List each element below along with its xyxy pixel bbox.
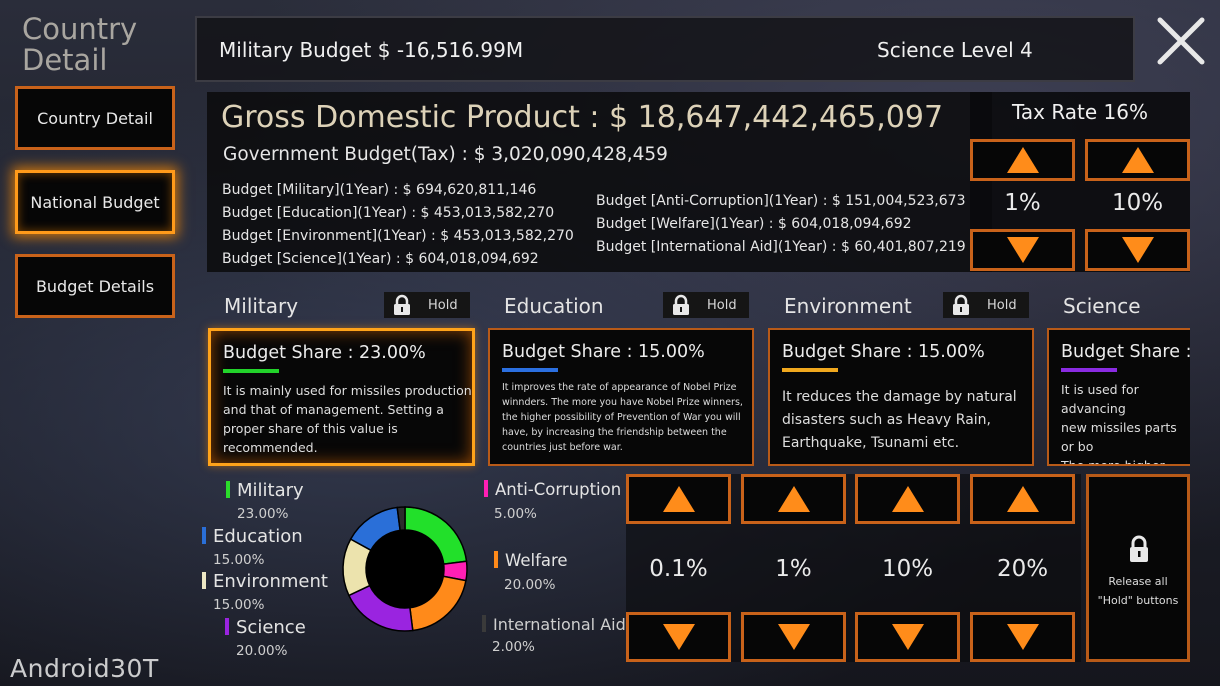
- category-color-bar: [1061, 368, 1117, 372]
- share-decrease-20-button[interactable]: [970, 612, 1075, 662]
- release-all-hold-button[interactable]: Release all "Hold" buttons: [1086, 474, 1190, 662]
- legend-welfare-pct: 20.00%: [504, 577, 556, 593]
- government-budget: Government Budget(Tax) : $ 3,020,090,428…: [223, 144, 668, 165]
- nav-budget-details-button[interactable]: Budget Details: [15, 254, 175, 318]
- budget-military-line: Budget [Military](1Year) : $ 694,620,811…: [222, 182, 537, 198]
- share-step-10-label: 10%: [881, 556, 934, 582]
- category-color-bar: [223, 369, 279, 373]
- share-decrease-10-button[interactable]: [855, 612, 960, 662]
- arrow-down-icon: [1121, 237, 1154, 263]
- budget-welfare-line: Budget [Welfare](1Year) : $ 604,018,094,…: [596, 216, 912, 232]
- share-decrease-0.1-button[interactable]: [626, 612, 731, 662]
- tax-decrease-1-button[interactable]: [970, 229, 1075, 271]
- hold-label: Hold: [987, 297, 1017, 313]
- hold-label: Hold: [707, 297, 737, 313]
- science-level-label: Science Level 4: [877, 38, 1033, 62]
- share-increase-0.1-button[interactable]: [626, 474, 731, 524]
- budget-share-science: Budget Share :: [1061, 342, 1190, 362]
- arrow-up-icon: [1006, 147, 1039, 173]
- arrow-down-icon: [1006, 624, 1039, 650]
- budget-share-education: Budget Share : 15.00%: [502, 342, 705, 362]
- page-title: Country Detail: [22, 12, 138, 77]
- nav-national-budget-button[interactable]: National Budget: [15, 170, 175, 234]
- category-description-science: It is used for advancing new missiles pa…: [1061, 382, 1177, 466]
- gdp-panel: Gross Domestic Product : $ 18,647,442,46…: [207, 92, 992, 272]
- legend-science: Science: [225, 617, 306, 638]
- category-title-science: Science: [1063, 294, 1141, 318]
- close-button[interactable]: [1152, 12, 1210, 70]
- lock-icon: [1130, 535, 1148, 562]
- share-step-0.1-label: 0.1%: [649, 556, 708, 582]
- arrow-up-icon: [1006, 486, 1039, 512]
- share-step-1-label: 1%: [775, 556, 812, 582]
- arrow-up-icon: [777, 486, 810, 512]
- share-increase-1-button[interactable]: [741, 474, 846, 524]
- hold-label: Hold: [428, 297, 458, 313]
- category-card-environment[interactable]: Budget Share : 15.00% It reduces the dam…: [768, 328, 1034, 466]
- legend-education-pct: 15.00%: [213, 552, 265, 568]
- tax-step-1-label: 1%: [1004, 190, 1041, 216]
- hold-environment-button[interactable]: Hold: [943, 292, 1029, 318]
- category-description-military: It is mainly used for missiles productio…: [223, 383, 472, 455]
- lock-icon: [394, 294, 410, 315]
- legend-education: Education: [202, 526, 303, 547]
- legend-military-pct: 23.00%: [237, 506, 289, 522]
- close-icon: [1157, 17, 1205, 65]
- budget-environment-line: Budget [Environment](1Year) : $ 453,013,…: [222, 228, 574, 244]
- budget-share-military: Budget Share : 23.00%: [223, 343, 426, 363]
- tax-increase-1-button[interactable]: [970, 139, 1075, 181]
- arrow-up-icon: [891, 486, 924, 512]
- arrow-down-icon: [777, 624, 810, 650]
- arrow-down-icon: [1006, 237, 1039, 263]
- tax-increase-10-button[interactable]: [1085, 139, 1190, 181]
- hold-military-button[interactable]: Hold: [384, 292, 470, 318]
- budget-share-environment: Budget Share : 15.00%: [782, 342, 985, 362]
- arrow-down-icon: [891, 624, 924, 650]
- hold-education-button[interactable]: Hold: [663, 292, 749, 318]
- category-description-education: It improves the rate of appearance of No…: [502, 382, 743, 453]
- category-title-education: Education: [504, 294, 604, 318]
- legend-environment: Environment: [202, 571, 328, 592]
- gdp-title: Gross Domestic Product : $ 18,647,442,46…: [221, 100, 944, 135]
- category-description-environment: It reduces the damage by natural disaste…: [782, 389, 1017, 451]
- arrow-up-icon: [662, 486, 695, 512]
- category-color-bar: [782, 368, 838, 372]
- budget-science-line: Budget [Science](1Year) : $ 604,018,094,…: [222, 251, 539, 267]
- release-all-label: Release all "Hold" buttons: [1097, 575, 1179, 607]
- budget-international-aid-line: Budget [International Aid](1Year) : $ 60…: [596, 239, 966, 255]
- legend-international-aid: International Aid: [482, 615, 626, 634]
- tax-rate-title: Tax Rate 16%: [1011, 100, 1149, 124]
- legend-anti-corruption-pct: 5.00%: [494, 506, 537, 522]
- category-title-environment: Environment: [784, 294, 912, 318]
- budget-anti-corruption-line: Budget [Anti-Corruption](1Year) : $ 151,…: [596, 193, 966, 209]
- budget-donut-chart: [342, 506, 468, 632]
- legend-welfare: Welfare: [494, 551, 568, 570]
- share-increase-20-button[interactable]: [970, 474, 1075, 524]
- share-decrease-1-button[interactable]: [741, 612, 846, 662]
- budget-education-line: Budget [Education](1Year) : $ 453,013,58…: [222, 205, 555, 221]
- military-budget-label: Military Budget $ -16,516.99M: [219, 38, 524, 62]
- legend-anti-corruption: Anti-Corruption: [484, 480, 621, 499]
- tax-step-10-label: 10%: [1111, 190, 1164, 216]
- lock-icon: [953, 294, 969, 315]
- legend-international-aid-pct: 2.00%: [492, 639, 535, 655]
- tax-rate-panel: Tax Rate 16% 1% 10%: [970, 92, 1190, 272]
- legend-military: Military: [226, 480, 304, 501]
- category-card-education[interactable]: Budget Share : 15.00% It improves the ra…: [488, 328, 754, 466]
- arrow-up-icon: [1121, 147, 1154, 173]
- arrow-down-icon: [662, 624, 695, 650]
- watermark: Android30T: [10, 654, 159, 683]
- legend-environment-pct: 15.00%: [213, 597, 265, 613]
- category-card-military[interactable]: Budget Share : 23.00% It is mainly used …: [208, 328, 475, 466]
- legend-science-pct: 20.00%: [236, 643, 288, 659]
- share-increase-10-button[interactable]: [855, 474, 960, 524]
- tax-decrease-10-button[interactable]: [1085, 229, 1190, 271]
- category-color-bar: [502, 368, 558, 372]
- category-title-military: Military: [224, 294, 299, 318]
- share-step-20-label: 20%: [996, 556, 1049, 582]
- category-card-science[interactable]: Budget Share : It is used for advancing …: [1047, 328, 1190, 466]
- lock-icon: [673, 294, 689, 315]
- top-status-bar: Military Budget $ -16,516.99M Science Le…: [195, 16, 1135, 82]
- nav-country-detail-button[interactable]: Country Detail: [15, 86, 175, 150]
